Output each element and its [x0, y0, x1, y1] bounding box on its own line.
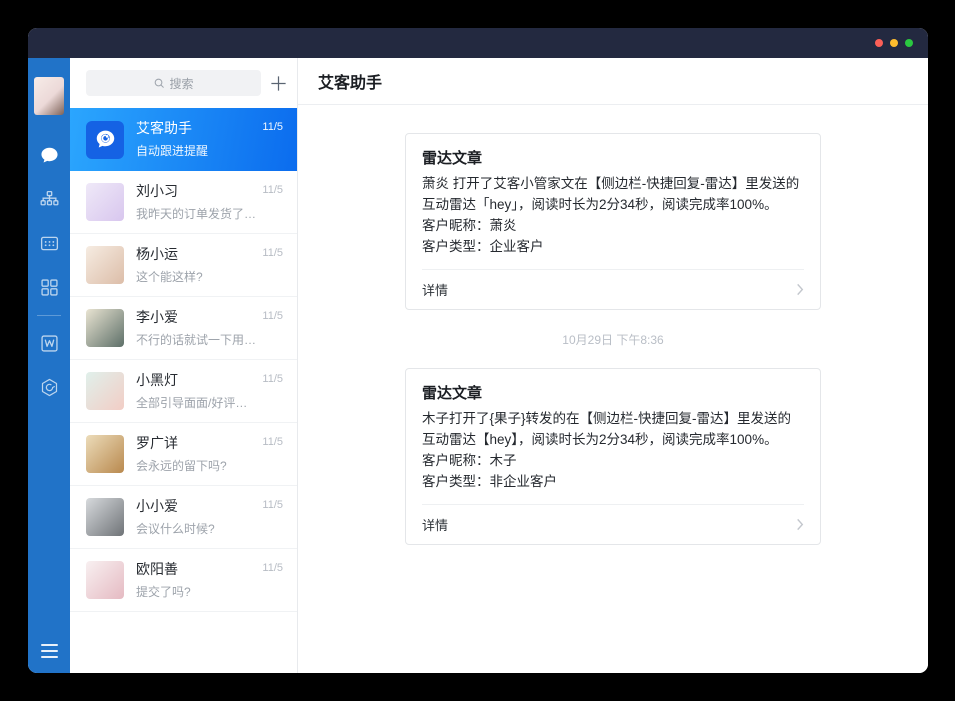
- chat-name: 刘小习: [136, 183, 257, 199]
- avatar: [86, 246, 124, 284]
- radar-article-card: 雷达文章 萧炎 打开了艾客小管家文在【侧边栏-快捷回复-雷达】里发送的互动雷达「…: [405, 133, 821, 310]
- chat-preview: 提交了吗?: [136, 583, 257, 600]
- chat-item[interactable]: 李小爱 不行的话就试一下用PS做... 11/5: [70, 297, 297, 360]
- package-hexagon-icon[interactable]: [39, 377, 60, 398]
- chat-item[interactable]: 小小爱 会议什么时候? 11/5: [70, 486, 297, 549]
- conversation-panel: 艾客助手 雷达文章 萧炎 打开了艾客小管家文在【侧边栏-快捷回复-雷达】里发送的…: [298, 58, 928, 673]
- customer-nickname: 客户昵称：萧炎: [422, 215, 804, 236]
- aike-assistant-logo-icon: [86, 121, 124, 159]
- chat-time: 11/5: [262, 499, 283, 511]
- plus-icon: [269, 74, 288, 93]
- chat-preview: 自动跟进提醒: [136, 142, 257, 159]
- card-body: 木子打开了{果子}转发的在【侧边栏-快捷回复-雷达】里发送的互动雷达【hey】，…: [422, 408, 804, 450]
- customer-nickname: 客户昵称：木子: [422, 450, 804, 471]
- chat-time: 11/5: [262, 436, 283, 448]
- card-title: 雷达文章: [422, 382, 804, 403]
- chat-name: 李小爱: [136, 309, 257, 325]
- conversation-title: 艾客助手: [318, 69, 382, 93]
- minimize-window-button[interactable]: [890, 39, 898, 47]
- chat-list-panel: 搜索: [70, 58, 298, 673]
- panel-dots-icon[interactable]: [39, 233, 60, 254]
- avatar: [86, 435, 124, 473]
- chat-time: 11/5: [262, 373, 283, 385]
- conversation-header: 艾客助手: [298, 58, 928, 105]
- chat-name: 罗广详: [136, 435, 257, 451]
- w-app-icon[interactable]: [39, 333, 60, 354]
- chat-item[interactable]: 罗广详 会永远的留下吗? 11/5: [70, 423, 297, 486]
- close-window-button[interactable]: [875, 39, 883, 47]
- chat-time: 11/5: [262, 247, 283, 259]
- customer-type: 客户类型：企业客户: [422, 236, 804, 257]
- chat-name: 艾客助手: [136, 120, 257, 136]
- card-body: 萧炎 打开了艾客小管家文在【侧边栏-快捷回复-雷达】里发送的互动雷达「hey」，…: [422, 173, 804, 215]
- app-window: 搜索: [28, 28, 928, 673]
- avatar: [86, 561, 124, 599]
- nav-divider: [37, 315, 61, 316]
- chat-time: 11/5: [262, 121, 283, 133]
- chat-item-assistant[interactable]: 艾客助手 自动跟进提醒 11/5: [70, 108, 297, 171]
- chat-preview: 我昨天的订单发货了吗?: [136, 205, 257, 222]
- org-structure-icon[interactable]: [39, 189, 60, 210]
- chevron-right-icon: [796, 518, 804, 531]
- chat-name: 欧阳善: [136, 561, 257, 577]
- search-placeholder: 搜索: [169, 75, 193, 92]
- apps-grid-icon[interactable]: [39, 277, 60, 298]
- avatar: [86, 372, 124, 410]
- chat-preview: 会永远的留下吗?: [136, 457, 257, 474]
- nav-rail: [28, 58, 70, 673]
- chat-preview: 全部引导面面/好评有礼以...: [136, 394, 257, 411]
- profile-avatar[interactable]: [34, 77, 64, 115]
- customer-type: 客户类型：非企业客户: [422, 471, 804, 492]
- desktop-background: 搜索: [0, 0, 955, 701]
- detail-label: 详情: [422, 280, 448, 299]
- chat-bubble-icon[interactable]: [39, 145, 60, 166]
- avatar: [86, 498, 124, 536]
- chat-item[interactable]: 刘小习 我昨天的订单发货了吗? 11/5: [70, 171, 297, 234]
- magnifier-icon: [153, 77, 166, 90]
- chat-time: 11/5: [262, 310, 283, 322]
- window-titlebar: [28, 28, 928, 58]
- conversation-list: 艾客助手 自动跟进提醒 11/5 刘小习 我昨天的订单发货了吗? 11/5: [70, 108, 297, 673]
- add-chat-button[interactable]: [268, 73, 288, 93]
- detail-link[interactable]: 详情: [422, 504, 804, 544]
- chat-item[interactable]: 欧阳善 提交了吗? 11/5: [70, 549, 297, 612]
- chat-item[interactable]: 小黑灯 全部引导面面/好评有礼以... 11/5: [70, 360, 297, 423]
- chat-item[interactable]: 杨小运 这个能这样? 11/5: [70, 234, 297, 297]
- detail-link[interactable]: 详情: [422, 269, 804, 309]
- timestamp: 10月29日 下午8:36: [298, 331, 928, 348]
- detail-label: 详情: [422, 515, 448, 534]
- chat-time: 11/5: [262, 184, 283, 196]
- chat-name: 小小爱: [136, 498, 257, 514]
- chat-preview: 这个能这样?: [136, 268, 257, 285]
- zoom-window-button[interactable]: [905, 39, 913, 47]
- chevron-right-icon: [796, 283, 804, 296]
- card-title: 雷达文章: [422, 147, 804, 168]
- menu-hamburger-icon[interactable]: [41, 644, 58, 658]
- chat-name: 杨小运: [136, 246, 257, 262]
- avatar: [86, 183, 124, 221]
- message-feed: 雷达文章 萧炎 打开了艾客小管家文在【侧边栏-快捷回复-雷达】里发送的互动雷达「…: [298, 105, 928, 673]
- radar-article-card: 雷达文章 木子打开了{果子}转发的在【侧边栏-快捷回复-雷达】里发送的互动雷达【…: [405, 368, 821, 545]
- chat-preview: 不行的话就试一下用PS做...: [136, 331, 257, 348]
- search-input[interactable]: 搜索: [86, 70, 261, 96]
- avatar: [86, 309, 124, 347]
- chat-time: 11/5: [262, 562, 283, 574]
- chat-preview: 会议什么时候?: [136, 520, 257, 537]
- chat-name: 小黑灯: [136, 372, 257, 388]
